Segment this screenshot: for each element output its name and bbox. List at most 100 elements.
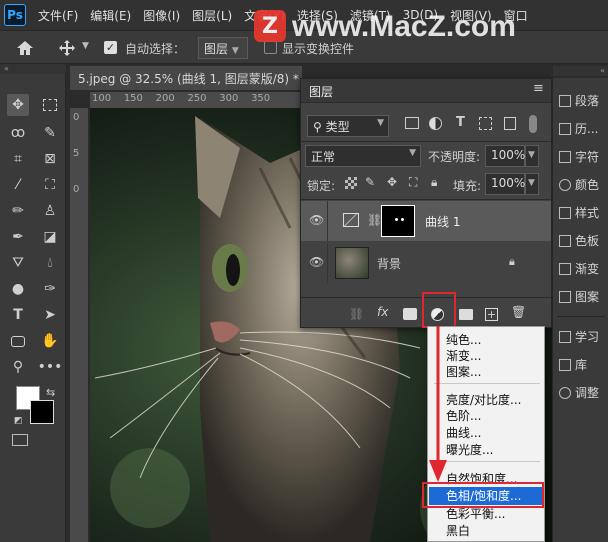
dock-collapse-icon[interactable]: «: [553, 66, 608, 76]
color-icon: [559, 178, 571, 191]
menu-layer[interactable]: 图层(L): [192, 7, 232, 24]
menu-item-pattern[interactable]: 图案...: [446, 363, 481, 380]
document-tab[interactable]: 5.jpeg @ 32.5% (曲线 1, 图层蒙版/8) *: [70, 66, 302, 90]
auto-select-checkbox[interactable]: ✓: [104, 41, 117, 54]
fill-input[interactable]: 100%: [485, 173, 525, 195]
hand-tool-icon[interactable]: ✋: [39, 330, 61, 352]
show-transform-checkbox[interactable]: [264, 41, 277, 54]
opacity-chevron-icon[interactable]: ▼: [525, 145, 539, 167]
menu-item-brightness-contrast[interactable]: 亮度/对比度...: [446, 391, 522, 408]
menu-image[interactable]: 图像(I): [143, 7, 180, 24]
dock-paragraph[interactable]: 段落: [559, 92, 599, 109]
dock-color[interactable]: 颜色: [559, 176, 599, 193]
lock-position-icon[interactable]: ✥: [387, 175, 397, 189]
highlight-adjustment-icon-box: [422, 292, 456, 328]
filter-smart-object-icon[interactable]: [504, 117, 516, 130]
new-layer-icon[interactable]: +: [485, 308, 498, 321]
filter-pixel-icon[interactable]: [405, 117, 419, 129]
auto-select-dropdown[interactable]: 图层 ▼: [198, 37, 248, 59]
chevron-down-icon[interactable]: ▼: [82, 41, 89, 51]
filter-shape-icon[interactable]: [479, 117, 492, 130]
marquee-tool-icon[interactable]: [39, 94, 61, 116]
menu-item-curves[interactable]: 曲线...: [446, 424, 481, 441]
frame-tool-icon[interactable]: ⊠: [39, 148, 61, 170]
lock-all-icon[interactable]: 🔒︎: [431, 175, 437, 190]
menu-item-gradient[interactable]: 渐变...: [446, 347, 481, 364]
move-icon[interactable]: [58, 39, 76, 57]
lock-transparent-icon[interactable]: [345, 177, 357, 189]
stamp-tool-icon[interactable]: ♙: [39, 200, 61, 222]
brush-tool-icon[interactable]: ✏: [7, 200, 29, 222]
default-colors-icon[interactable]: ◩: [14, 416, 23, 426]
lasso-tool-icon[interactable]: ꝏ: [7, 122, 29, 144]
eraser-tool-icon[interactable]: ◪: [39, 226, 61, 248]
layer-mask-thumbnail[interactable]: [381, 205, 415, 237]
pen-tool-icon[interactable]: ✑: [39, 278, 61, 300]
layer-row-background[interactable]: 👁︎ 背景 🔒︎: [301, 243, 551, 283]
spot-heal-tool-icon[interactable]: ⛶: [39, 174, 61, 196]
mask-link-icon[interactable]: ⛓: [367, 213, 382, 227]
add-mask-icon[interactable]: [403, 308, 417, 320]
watermark-badge: Z: [254, 10, 286, 42]
layer-row-curves[interactable]: 👁︎ ⛓ 曲线 1: [301, 201, 551, 241]
menu-item-black-white[interactable]: 黑白: [446, 522, 470, 539]
dock-adjustments[interactable]: 调整: [559, 384, 599, 401]
menu-file[interactable]: 文件(F): [38, 7, 78, 24]
right-dock: « 段落 历... 字符 颜色 样式 色板 渐变 图案 学习 库 调整: [552, 66, 608, 542]
group-folder-icon[interactable]: [459, 309, 473, 320]
visibility-eye-icon[interactable]: 👁︎: [309, 213, 324, 227]
menu-item-solid-color[interactable]: 纯色...: [446, 331, 481, 348]
opacity-input[interactable]: 100%: [485, 145, 525, 167]
dock-history[interactable]: 历...: [559, 120, 598, 137]
link-layers-icon[interactable]: ⛓: [349, 307, 364, 321]
type-tool-icon[interactable]: T: [7, 304, 29, 326]
menu-edit[interactable]: 编辑(E): [90, 7, 131, 24]
filter-toggle-icon[interactable]: [529, 115, 537, 133]
quick-mask-icon[interactable]: [12, 434, 28, 446]
home-icon[interactable]: [16, 40, 34, 56]
blur-tool-icon[interactable]: 💧︎: [39, 252, 61, 274]
eyedropper-tool-icon[interactable]: ⁄: [7, 174, 29, 196]
menu-item-exposure[interactable]: 曝光度...: [446, 441, 493, 458]
menu-item-levels[interactable]: 色阶...: [446, 407, 481, 424]
dock-character[interactable]: 字符: [559, 148, 599, 165]
layers-panel-header: 图层 ≡: [301, 79, 551, 103]
crop-tool-icon[interactable]: ⌗: [7, 148, 29, 170]
dock-swatches[interactable]: 色板: [559, 232, 599, 249]
more-tools-icon[interactable]: •••: [38, 356, 63, 378]
layer-filter-dropdown[interactable]: ⚲ 类型 ▼: [307, 115, 389, 137]
panel-menu-icon[interactable]: ≡: [533, 81, 544, 96]
quick-select-tool-icon[interactable]: ✎: [39, 122, 61, 144]
collapse-arrows-icon[interactable]: «: [0, 64, 66, 74]
lock-image-icon[interactable]: ✎: [365, 175, 375, 189]
move-tool-icon[interactable]: ✥: [7, 94, 29, 116]
ruler-tick: 100: [92, 93, 112, 104]
auto-select-label: 自动选择：: [125, 42, 186, 56]
fill-chevron-icon[interactable]: ▼: [525, 173, 539, 195]
shape-tool-icon[interactable]: [7, 330, 29, 352]
filter-adjustment-icon[interactable]: [429, 117, 442, 130]
history-brush-tool-icon[interactable]: ✒: [7, 226, 29, 248]
dock-learn[interactable]: 学习: [559, 328, 599, 345]
dock-libraries[interactable]: 库: [559, 356, 587, 373]
blend-mode-dropdown[interactable]: 正常 ▼: [305, 145, 421, 167]
background-color-swatch[interactable]: [30, 400, 54, 424]
swap-colors-icon[interactable]: ⇆: [46, 386, 55, 399]
dock-gradients[interactable]: 渐变: [559, 260, 599, 277]
ruler-tick: 300: [219, 93, 239, 104]
path-select-tool-icon[interactable]: ➤: [39, 304, 61, 326]
visibility-eye-icon[interactable]: 👁︎: [309, 255, 324, 269]
layers-panel: 图层 ≡ ⚲ 类型 ▼ T 正常 ▼ 不透明度: 100% ▼ 锁定: ✎ ✥ ⛶…: [300, 78, 552, 328]
zoom-tool-icon[interactable]: ⚲: [7, 356, 29, 378]
fx-icon[interactable]: fx: [377, 305, 388, 319]
bucket-tool-icon[interactable]: ⛛: [7, 252, 29, 274]
dodge-tool-icon[interactable]: ●: [7, 278, 29, 300]
layer-thumbnail[interactable]: [335, 247, 369, 279]
trash-icon[interactable]: 🗑︎: [511, 305, 526, 319]
dock-patterns[interactable]: 图案: [559, 288, 599, 305]
lock-artboard-icon[interactable]: ⛶: [409, 175, 417, 190]
layer-name-curves[interactable]: 曲线 1: [425, 213, 460, 230]
filter-type-icon[interactable]: T: [456, 115, 465, 130]
layer-name-background[interactable]: 背景: [377, 255, 401, 272]
dock-styles[interactable]: 样式: [559, 204, 599, 221]
